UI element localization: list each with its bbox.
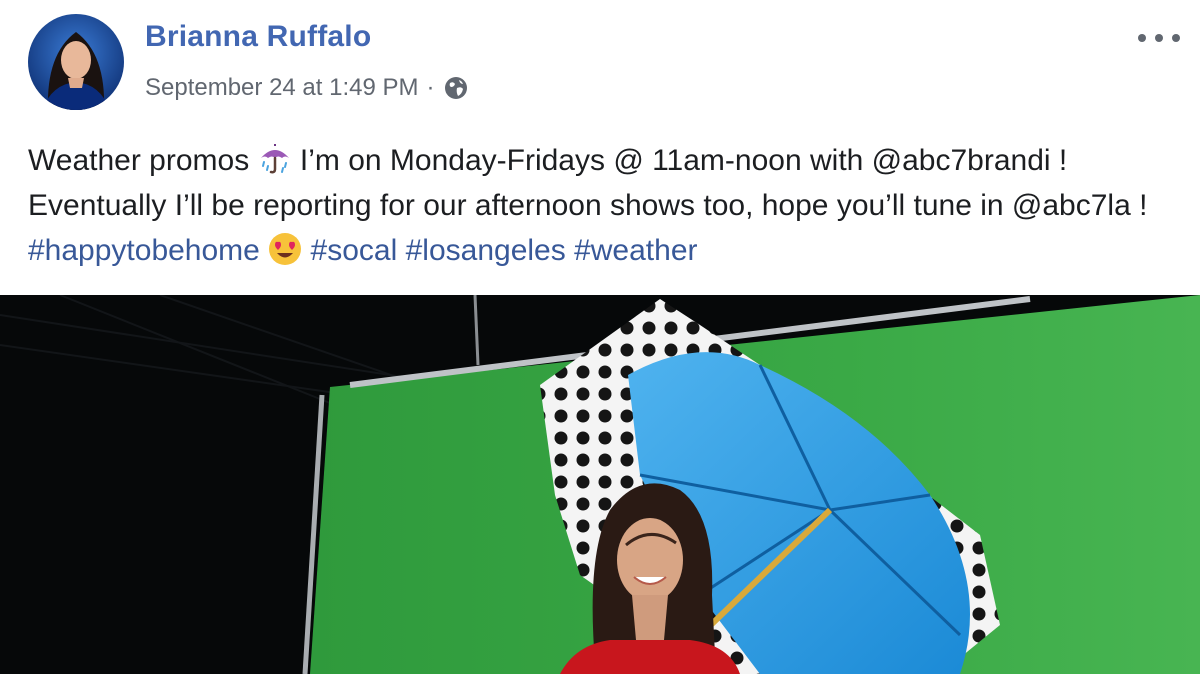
hashtag-happytobehome[interactable]: #happytobehome xyxy=(28,234,260,267)
facebook-post: Brianna Ruffalo September 24 at 1:49 PM … xyxy=(0,0,1200,674)
hashtag-losangeles[interactable]: #losangeles xyxy=(406,234,566,267)
post-header: Brianna Ruffalo September 24 at 1:49 PM … xyxy=(0,0,1200,120)
avatar[interactable] xyxy=(28,14,124,110)
hashtag-weather[interactable]: #weather xyxy=(574,234,697,267)
meta-separator: · xyxy=(426,74,435,101)
timestamp-link[interactable]: September 24 at 1:49 PM xyxy=(145,74,419,102)
hashtag-socal[interactable]: #socal xyxy=(311,234,398,267)
post-meta: September 24 at 1:49 PM · xyxy=(145,74,469,102)
globe-icon[interactable] xyxy=(443,75,469,101)
more-options-icon[interactable] xyxy=(1138,28,1180,48)
umbrella-emoji-icon xyxy=(258,142,292,176)
post-photo[interactable] xyxy=(0,295,1200,674)
post-text-part1: Weather promos xyxy=(28,144,258,177)
heart-eyes-emoji-icon xyxy=(268,232,302,266)
post-text: Weather promos I’m on Monday-Fridays @ 1… xyxy=(28,138,1178,273)
author-name[interactable]: Brianna Ruffalo xyxy=(145,20,371,54)
